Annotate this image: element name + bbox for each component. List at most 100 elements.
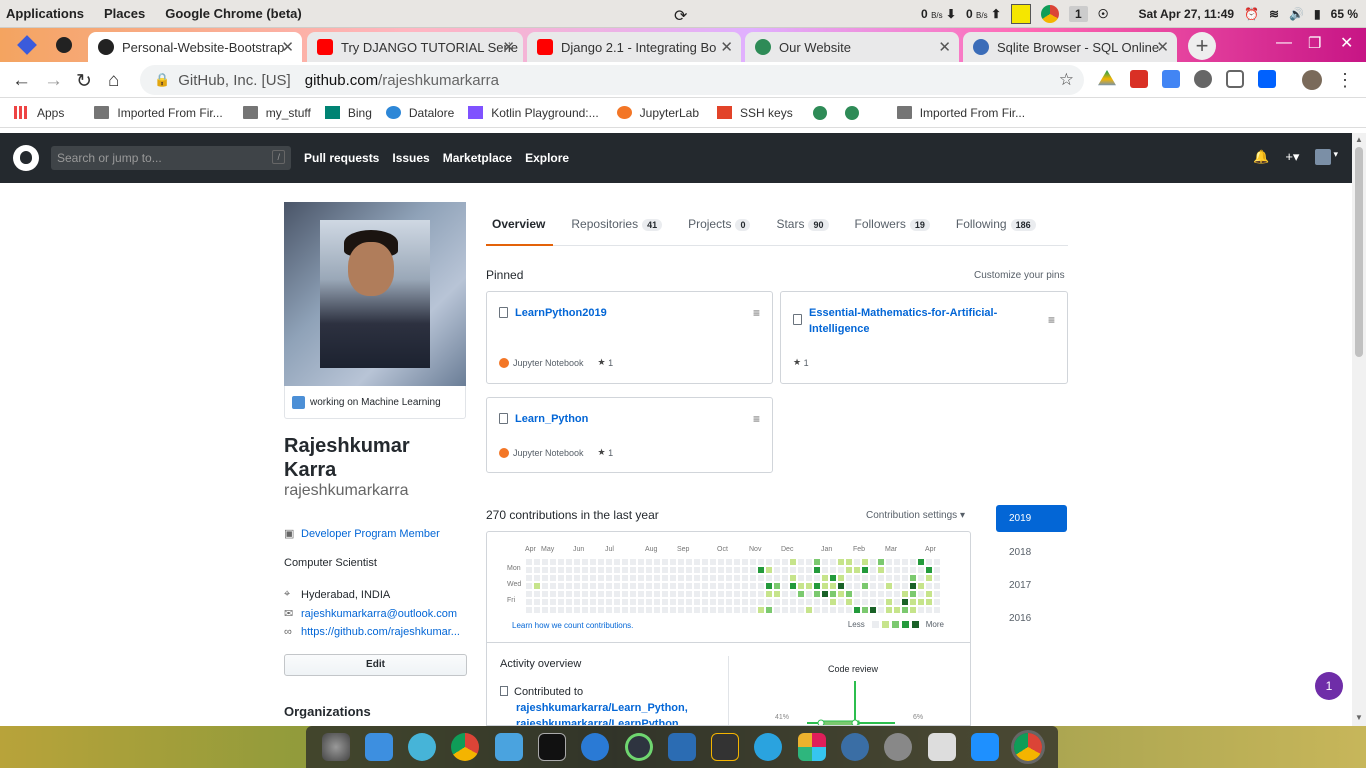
lock-icon[interactable]: 🔒 — [154, 72, 170, 88]
contribution-day-cell[interactable] — [830, 567, 836, 573]
star-icon[interactable]: ★ — [598, 447, 606, 458]
contribution-day-cell[interactable] — [630, 607, 636, 613]
contribution-day-cell[interactable] — [758, 575, 764, 581]
contribution-day-cell[interactable] — [638, 591, 644, 597]
repo-name-link[interactable]: Learn_Python — [515, 411, 588, 427]
contribution-day-cell[interactable] — [926, 591, 932, 597]
contribution-day-cell[interactable] — [734, 599, 740, 605]
contribution-day-cell[interactable] — [534, 599, 540, 605]
extension-icon[interactable] — [1194, 70, 1212, 88]
bell-icon[interactable]: 🔔 — [1253, 149, 1269, 165]
contribution-day-cell[interactable] — [526, 591, 532, 597]
contribution-day-cell[interactable] — [646, 575, 652, 581]
contribution-day-cell[interactable] — [902, 599, 908, 605]
contribution-day-cell[interactable] — [798, 575, 804, 581]
contribution-day-cell[interactable] — [758, 583, 764, 589]
contribution-day-cell[interactable] — [854, 607, 860, 613]
contribution-day-cell[interactable] — [590, 575, 596, 581]
contribution-day-cell[interactable] — [694, 599, 700, 605]
app-store-icon[interactable] — [970, 733, 999, 761]
contribution-day-cell[interactable] — [534, 607, 540, 613]
drag-handle-icon[interactable]: ≡ — [753, 306, 760, 320]
close-icon[interactable]: ✕ — [502, 38, 515, 56]
contribution-day-cell[interactable] — [646, 599, 652, 605]
contribution-day-cell[interactable] — [798, 567, 804, 573]
contribution-day-cell[interactable] — [574, 599, 580, 605]
contribution-day-cell[interactable] — [622, 583, 628, 589]
contribution-day-cell[interactable] — [670, 559, 676, 565]
contribution-day-cell[interactable] — [542, 575, 548, 581]
contribution-day-cell[interactable] — [566, 607, 572, 613]
contribution-day-cell[interactable] — [934, 567, 940, 573]
contribution-day-cell[interactable] — [934, 559, 940, 565]
tab-projects[interactable]: Projects 0 — [682, 202, 758, 246]
contribution-day-cell[interactable] — [614, 599, 620, 605]
badge-label[interactable]: Developer Program Member — [301, 528, 440, 540]
contribution-day-cell[interactable] — [854, 599, 860, 605]
contribution-day-cell[interactable] — [910, 583, 916, 589]
contribution-day-cell[interactable] — [782, 599, 788, 605]
chrome-beta-icon[interactable] — [1014, 733, 1043, 761]
contribution-day-cell[interactable] — [918, 559, 924, 565]
contribution-day-cell[interactable] — [662, 583, 668, 589]
nav-issues[interactable]: Issues — [392, 151, 429, 165]
contribution-day-cell[interactable] — [830, 599, 836, 605]
contribution-day-cell[interactable] — [574, 583, 580, 589]
contribution-day-cell[interactable] — [870, 591, 876, 597]
contribution-day-cell[interactable] — [766, 567, 772, 573]
contribution-day-cell[interactable] — [774, 559, 780, 565]
contribution-day-cell[interactable] — [670, 607, 676, 613]
home-icon[interactable]: ⌂ — [108, 70, 119, 92]
contribution-day-cell[interactable] — [806, 583, 812, 589]
contribution-day-cell[interactable] — [822, 575, 828, 581]
code-editor-icon[interactable] — [711, 733, 740, 761]
contribution-day-cell[interactable] — [622, 559, 628, 565]
contribution-day-cell[interactable] — [590, 591, 596, 597]
minimize-window-button[interactable]: — — [1276, 34, 1292, 52]
contribution-day-cell[interactable] — [526, 607, 532, 613]
bookmark-apps[interactable]: Apps — [14, 106, 64, 120]
contribution-day-cell[interactable] — [686, 559, 692, 565]
contribution-day-cell[interactable] — [582, 583, 588, 589]
contribution-day-cell[interactable] — [670, 599, 676, 605]
contribution-day-cell[interactable] — [710, 599, 716, 605]
contribution-day-cell[interactable] — [590, 607, 596, 613]
contribution-day-cell[interactable] — [678, 599, 684, 605]
new-tab-button[interactable]: + — [1188, 32, 1216, 60]
presentation-icon[interactable] — [927, 733, 956, 761]
contribution-day-cell[interactable] — [774, 599, 780, 605]
contribution-day-cell[interactable] — [582, 575, 588, 581]
contribution-day-cell[interactable] — [726, 607, 732, 613]
contribution-day-cell[interactable] — [662, 607, 668, 613]
contribution-day-cell[interactable] — [574, 575, 580, 581]
star-icon[interactable]: ★ — [598, 357, 606, 368]
contribution-day-cell[interactable] — [878, 567, 884, 573]
contribution-day-cell[interactable] — [694, 607, 700, 613]
contribution-day-cell[interactable] — [934, 607, 940, 613]
contribution-day-cell[interactable] — [550, 599, 556, 605]
contribution-day-cell[interactable] — [606, 567, 612, 573]
contribution-day-cell[interactable] — [670, 591, 676, 597]
contribution-day-cell[interactable] — [750, 567, 756, 573]
contribution-day-cell[interactable] — [686, 599, 692, 605]
contribution-day-cell[interactable] — [774, 567, 780, 573]
bookmark-folder-my-stuff[interactable]: my_stuff — [242, 106, 311, 120]
contribution-day-cell[interactable] — [662, 591, 668, 597]
contribution-day-cell[interactable] — [742, 607, 748, 613]
website-link[interactable]: https://github.com/rajeshkumar... — [301, 626, 460, 638]
contribution-day-cell[interactable] — [886, 607, 892, 613]
contribution-day-cell[interactable] — [574, 591, 580, 597]
contribution-day-cell[interactable] — [878, 575, 884, 581]
contribution-day-cell[interactable] — [710, 591, 716, 597]
contribution-day-cell[interactable] — [878, 599, 884, 605]
contribution-day-cell[interactable] — [886, 599, 892, 605]
contribution-day-cell[interactable] — [542, 567, 548, 573]
contribution-day-cell[interactable] — [718, 599, 724, 605]
contribution-day-cell[interactable] — [598, 583, 604, 589]
contribution-day-cell[interactable] — [918, 599, 924, 605]
contribution-day-cell[interactable] — [846, 567, 852, 573]
contribution-day-cell[interactable] — [838, 607, 844, 613]
contribution-day-cell[interactable] — [590, 567, 596, 573]
contribution-day-cell[interactable] — [918, 607, 924, 613]
contribution-day-cell[interactable] — [630, 583, 636, 589]
